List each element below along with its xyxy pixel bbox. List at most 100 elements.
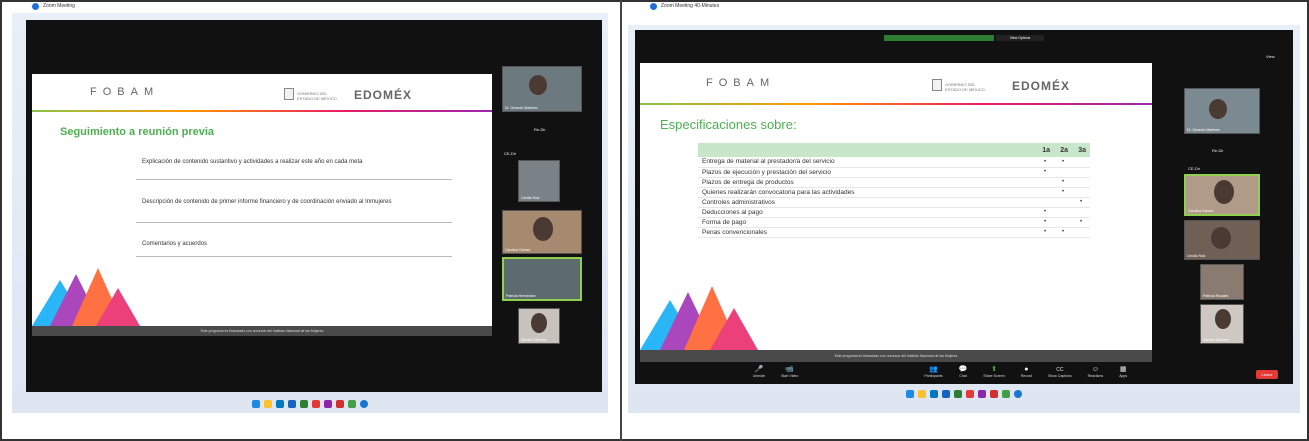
table-row: Forma de pago • • bbox=[698, 217, 1090, 228]
unmute-button[interactable]: 🎤 Unmute bbox=[753, 366, 765, 378]
mark-cell bbox=[1036, 177, 1054, 188]
table-header-row: 1a 2a 3a bbox=[698, 143, 1090, 157]
mail-icon[interactable] bbox=[942, 390, 950, 398]
table-row: Penas convencionales • • bbox=[698, 227, 1090, 238]
toolbar-label: Record bbox=[1020, 374, 1033, 378]
participant-name: Patricia Hernández bbox=[506, 294, 536, 298]
mail-icon[interactable] bbox=[288, 400, 296, 408]
edge-icon[interactable] bbox=[930, 390, 938, 398]
participant-video[interactable]: Dr. Gerardo Martínez bbox=[1184, 88, 1260, 134]
panel-divider bbox=[620, 0, 622, 441]
mark-cell bbox=[1072, 177, 1090, 188]
mark-cell bbox=[1054, 167, 1072, 178]
mark-cell bbox=[1072, 187, 1090, 198]
mark-cell: • bbox=[1054, 187, 1072, 198]
mark-cell bbox=[1072, 157, 1090, 168]
row-label: Deducciones al pago bbox=[698, 207, 1036, 218]
participant-avatar bbox=[1215, 309, 1231, 329]
left-window-title: Zoom Meeting bbox=[43, 3, 75, 9]
specifications-table: 1a 2a 3a Entrega de material al prestado… bbox=[698, 143, 1090, 238]
leave-button[interactable]: Leave bbox=[1256, 370, 1278, 379]
app-icon[interactable] bbox=[312, 400, 320, 408]
app-icon[interactable] bbox=[336, 400, 344, 408]
participant-name: Cecilia Ruiz bbox=[1187, 254, 1206, 258]
chrome-icon[interactable] bbox=[348, 400, 356, 408]
side-label: Re-Dir bbox=[534, 127, 546, 132]
participant-video[interactable]: Carolina Gómez bbox=[502, 210, 582, 254]
mark-cell bbox=[1072, 227, 1090, 238]
fobam-logo: FOBAM bbox=[706, 77, 776, 89]
mark-cell bbox=[1036, 197, 1054, 208]
participant-avatar bbox=[529, 75, 547, 95]
slide-footer: Este programa es financiado con recursos… bbox=[32, 326, 492, 336]
mark-cell: • bbox=[1072, 197, 1090, 208]
participant-video-active[interactable]: Patricia Hernández bbox=[502, 257, 582, 301]
left-taskbar bbox=[12, 398, 608, 410]
app-icon[interactable] bbox=[990, 390, 998, 398]
right-shared-slide: FOBAM GOBIERNO DEL ESTADO DE MÉXICO EDOM… bbox=[640, 63, 1152, 362]
participants-icon: 👥 bbox=[929, 366, 938, 373]
chat-button[interactable]: 💬 Chat bbox=[959, 366, 968, 378]
toolbar-label: Apps bbox=[1119, 374, 1128, 378]
view-button[interactable]: View bbox=[1266, 54, 1275, 59]
table-row: Controles administrativos • bbox=[698, 197, 1090, 208]
participant-video[interactable]: Patricia Rosales bbox=[1200, 264, 1244, 300]
chrome-icon[interactable] bbox=[1002, 390, 1010, 398]
government-seal-icon bbox=[284, 88, 294, 100]
share-screen-button[interactable]: ⬆ Share Screen bbox=[983, 366, 1004, 378]
app-icon[interactable] bbox=[324, 400, 332, 408]
column-header: 2a bbox=[1054, 143, 1072, 157]
toolbar-label: Share Screen bbox=[983, 374, 1005, 378]
bullet-divider bbox=[136, 256, 452, 257]
record-button[interactable]: ● Record bbox=[1021, 366, 1032, 378]
app-icon[interactable] bbox=[978, 390, 986, 398]
participant-avatar bbox=[531, 313, 547, 333]
apps-icon: ▦ bbox=[1119, 366, 1127, 373]
row-label: Forma de pago bbox=[698, 217, 1036, 228]
app-icon[interactable] bbox=[966, 390, 974, 398]
participant-avatar bbox=[1209, 99, 1227, 119]
participant-video[interactable]: Sandra Sánchez bbox=[1200, 304, 1244, 344]
windows-start-icon[interactable] bbox=[906, 390, 914, 398]
mark-cell: • bbox=[1054, 157, 1072, 168]
view-options-button[interactable]: View Options bbox=[996, 35, 1044, 41]
participant-avatar bbox=[1211, 227, 1231, 249]
reactions-icon: ☺ bbox=[1091, 366, 1099, 373]
mark-cell: • bbox=[1072, 217, 1090, 228]
participant-video[interactable]: Cecilia Ruiz bbox=[518, 160, 560, 202]
table-row: Plazos de entrega de productos • bbox=[698, 177, 1090, 188]
excel-icon[interactable] bbox=[954, 390, 962, 398]
zoom-icon[interactable] bbox=[360, 400, 368, 408]
table-header-blank bbox=[698, 143, 1036, 157]
sharing-indicator bbox=[884, 35, 994, 41]
participant-name: Dr. Gerardo Martínez bbox=[505, 106, 538, 110]
edomex-logo: EDOMÉX bbox=[1012, 79, 1071, 93]
captions-button[interactable]: CC Show Captions bbox=[1048, 366, 1072, 378]
participant-video[interactable]: Sandra Sánchez bbox=[518, 308, 560, 344]
participant-avatar bbox=[533, 217, 553, 241]
windows-start-icon[interactable] bbox=[252, 400, 260, 408]
government-text: GOBIERNO DEL ESTADO DE MÉXICO bbox=[945, 82, 985, 92]
edge-icon[interactable] bbox=[276, 400, 284, 408]
participant-video[interactable]: Dr. Gerardo Martínez bbox=[502, 66, 582, 112]
folder-icon[interactable] bbox=[918, 390, 926, 398]
zoom-icon[interactable] bbox=[1014, 390, 1022, 398]
apps-button[interactable]: ▦ Apps bbox=[1119, 366, 1127, 378]
participant-video-active[interactable]: Carolina Gómez bbox=[1184, 174, 1260, 216]
participant-video[interactable]: Cecilia Ruiz bbox=[1184, 220, 1260, 260]
participant-avatar bbox=[1214, 180, 1234, 204]
left-shared-slide: FOBAM GOBIERNO DEL ESTADO DE MÉXICO EDOM… bbox=[32, 74, 492, 336]
reactions-button[interactable]: ☺ Reactions bbox=[1088, 366, 1104, 378]
mark-cell bbox=[1054, 217, 1072, 228]
toolbar-label: Show Captions bbox=[1048, 374, 1072, 378]
start-video-button[interactable]: 📹 Start Video bbox=[781, 366, 798, 378]
column-header: 3a bbox=[1072, 143, 1090, 157]
row-label: Plazos de entrega de productos bbox=[698, 177, 1036, 188]
excel-icon[interactable] bbox=[300, 400, 308, 408]
side-label: CE-Dir bbox=[1188, 166, 1200, 171]
row-label: Controles administrativos bbox=[698, 197, 1036, 208]
bullet-divider bbox=[136, 222, 452, 223]
participants-button[interactable]: 👥 Participants bbox=[924, 366, 942, 378]
column-header: 1a bbox=[1036, 143, 1054, 157]
folder-icon[interactable] bbox=[264, 400, 272, 408]
